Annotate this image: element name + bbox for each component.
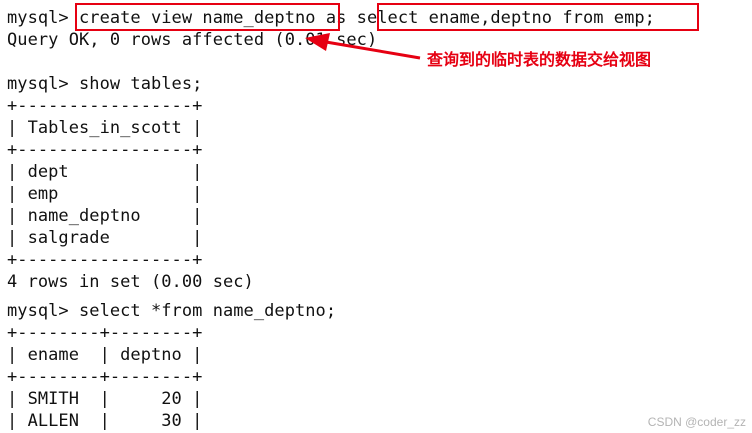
table-header-row: | Tables_in_scott | (7, 118, 203, 138)
table-row: | SMITH | 20 | (7, 389, 203, 409)
table-header-row: | ename | deptno | (7, 345, 203, 365)
terminal-line-rows-in-set: 4 rows in set (0.00 sec) (7, 272, 254, 292)
table-row: | salgrade | (7, 228, 203, 248)
table-row: | name_deptno | (7, 206, 203, 226)
annotation-label: 查询到的临时表的数据交给视图 (427, 50, 652, 69)
table-row: | ALLEN | 30 | (7, 411, 203, 431)
table-border-line: +--------+--------+ (7, 323, 203, 343)
terminal-line-create-view: mysql> create view name_deptno as select… (7, 8, 655, 28)
table-border-line: +-----------------+ (7, 140, 203, 160)
terminal-line-show-tables: mysql> show tables; (7, 74, 203, 94)
table-border-line: +-----------------+ (7, 96, 203, 116)
terminal-line-query-ok: Query OK, 0 rows affected (0.01 sec) (7, 30, 378, 50)
table-row: | dept | (7, 162, 203, 182)
watermark: CSDN @coder_zz (647, 415, 746, 429)
table-border-line: +--------+--------+ (7, 367, 203, 387)
table-row: | emp | (7, 184, 203, 204)
terminal-line-select-view: mysql> select *from name_deptno; (7, 301, 337, 321)
table-border-line: +-----------------+ (7, 250, 203, 270)
